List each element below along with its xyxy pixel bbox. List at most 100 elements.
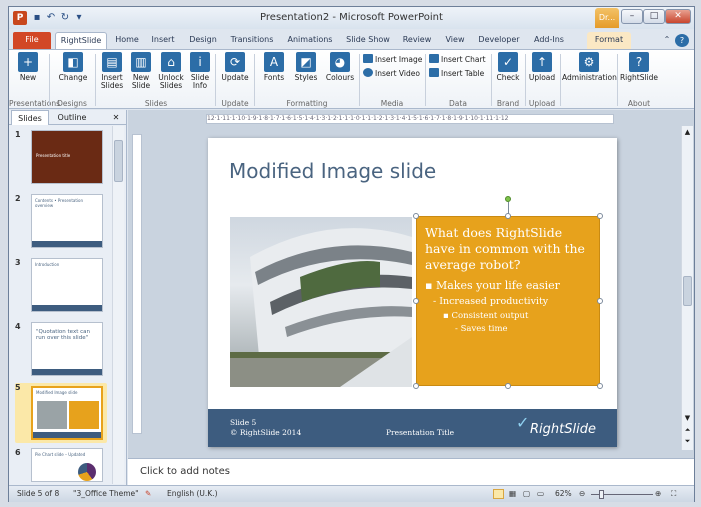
reading-view-icon[interactable]: ▢ bbox=[523, 486, 530, 502]
tab-rightslide[interactable]: RightSlide bbox=[55, 32, 107, 49]
resize-handle[interactable] bbox=[413, 298, 419, 304]
help-icon[interactable]: ? bbox=[675, 34, 689, 47]
slides-panel-scrollbar[interactable] bbox=[112, 126, 124, 484]
tab-format[interactable]: Format bbox=[587, 32, 631, 49]
scroll-thumb[interactable] bbox=[114, 140, 123, 182]
slide-thumbnail[interactable]: 4 "Quotation text can run over this slid… bbox=[15, 322, 107, 380]
slide-sorter-icon[interactable]: ▦ bbox=[509, 486, 516, 502]
insert-table-button[interactable]: Insert Table bbox=[429, 68, 484, 79]
bullet-level-4: - Saves time bbox=[455, 324, 508, 334]
resize-handle[interactable] bbox=[597, 213, 603, 219]
update-button[interactable]: ⟳ Update bbox=[219, 52, 251, 82]
tab-home[interactable]: Home bbox=[111, 32, 143, 49]
tab-file[interactable]: File bbox=[13, 32, 51, 49]
insert-image-button[interactable]: Insert Image bbox=[363, 54, 422, 65]
insert-chart-button[interactable]: Insert Chart bbox=[429, 54, 486, 65]
tab-animations[interactable]: Animations bbox=[281, 32, 339, 49]
zoom-out-icon[interactable]: ⊖ bbox=[579, 486, 585, 502]
title-bar: P ▪ ↶ ↻ ▾ Presentation2 - Microsoft Powe… bbox=[9, 7, 694, 29]
tab-insert[interactable]: Insert bbox=[145, 32, 181, 49]
scroll-up-icon[interactable]: ▲ bbox=[683, 128, 692, 138]
tab-outline[interactable]: Outline bbox=[51, 110, 93, 125]
refresh-icon: ⟳ bbox=[225, 52, 245, 72]
panel-tabs: Slides Outline ✕ bbox=[9, 110, 127, 125]
notes-placeholder[interactable]: Click to add notes bbox=[140, 466, 230, 477]
change-button[interactable]: ◧ Change bbox=[53, 52, 93, 82]
building-photo[interactable] bbox=[230, 217, 412, 387]
rightslide-about-button[interactable]: ? RightSlide bbox=[619, 52, 659, 82]
tab-developer[interactable]: Developer bbox=[473, 32, 525, 49]
next-slide-icon[interactable]: ⏷ bbox=[683, 437, 692, 447]
bullet-level-1: ▪ Makes your life easier bbox=[425, 279, 560, 292]
notes-pane[interactable]: Click to add notes bbox=[128, 458, 694, 485]
scroll-down-icon[interactable]: ▼ bbox=[683, 414, 692, 424]
normal-view-icon[interactable] bbox=[493, 489, 504, 499]
separator bbox=[95, 54, 96, 106]
check-button[interactable]: ✓ Check bbox=[493, 52, 523, 82]
tab-view[interactable]: View bbox=[439, 32, 471, 49]
close-button[interactable]: ✕ bbox=[665, 9, 691, 24]
zoom-in-icon[interactable]: ⊕ bbox=[655, 486, 661, 502]
zoom-level[interactable]: 62% bbox=[555, 486, 572, 502]
slide-canvas[interactable]: Modified Image slide What does RightSlid… bbox=[208, 138, 617, 447]
unlock-icon: ⌂ bbox=[161, 52, 181, 72]
resize-handle[interactable] bbox=[505, 383, 511, 389]
resize-handle[interactable] bbox=[597, 383, 603, 389]
tab-review[interactable]: Review bbox=[397, 32, 437, 49]
slide-thumbnail[interactable]: 6 Pie Chart slide – Updated bbox=[15, 448, 107, 484]
zoom-slider-handle[interactable] bbox=[599, 490, 604, 499]
tab-slide-show[interactable]: Slide Show bbox=[341, 32, 395, 49]
fit-to-window-icon[interactable]: ⛶ bbox=[671, 486, 676, 502]
previous-slide-icon[interactable]: ⏶ bbox=[683, 426, 692, 436]
slide-scrollbar[interactable]: ▲ ▼ ⏶ ⏷ bbox=[681, 126, 693, 450]
drawing-tools-context-tab: Dr... bbox=[595, 8, 619, 28]
image-icon bbox=[363, 54, 373, 63]
slide-thumbnail[interactable]: 1 Presentation title bbox=[15, 130, 107, 188]
group-data: Data bbox=[449, 99, 467, 108]
maximize-button[interactable]: □ bbox=[643, 9, 665, 24]
footer-slide-number: Slide 5 bbox=[230, 418, 257, 427]
administration-button[interactable]: ⚙ Administration bbox=[562, 52, 617, 82]
upload-button[interactable]: ↑ Upload bbox=[527, 52, 557, 82]
language[interactable]: English (U.K.) bbox=[167, 486, 218, 502]
resize-handle[interactable] bbox=[413, 383, 419, 389]
tab-slides[interactable]: Slides bbox=[11, 110, 49, 125]
minimize-button[interactable]: – bbox=[621, 9, 643, 24]
resize-handle[interactable] bbox=[413, 213, 419, 219]
rotate-handle[interactable] bbox=[505, 196, 511, 202]
thumb-title: Modified Image slide bbox=[36, 390, 78, 395]
tab-design[interactable]: Design bbox=[183, 32, 223, 49]
slide-title[interactable]: Modified Image slide bbox=[229, 159, 436, 183]
group-slides: Slides bbox=[144, 99, 168, 108]
tab-add-ins[interactable]: Add-Ins bbox=[527, 32, 571, 49]
close-panel-icon[interactable]: ✕ bbox=[109, 110, 123, 125]
group-about: About bbox=[627, 99, 651, 108]
thumb-title: Pie Chart slide – Updated bbox=[35, 452, 86, 457]
slide-info-button[interactable]: i Slide Info bbox=[187, 52, 213, 90]
thumb-title: Presentation title bbox=[36, 153, 71, 158]
new-button[interactable]: + New bbox=[13, 52, 43, 82]
insert-video-button[interactable]: Insert Video bbox=[363, 68, 420, 79]
slide-thumbnail-selected[interactable]: 5 Modified Image slide bbox=[15, 383, 107, 443]
fonts-button[interactable]: A Fonts bbox=[259, 52, 289, 82]
ribbon-tabs: File RightSlide Home Insert Design Trans… bbox=[9, 29, 694, 49]
tab-transitions[interactable]: Transitions bbox=[225, 32, 279, 49]
minimize-ribbon-icon[interactable]: ⌃ bbox=[661, 32, 673, 49]
slide-thumbnail[interactable]: 3 Introduction bbox=[15, 258, 107, 316]
styles-button[interactable]: ◩ Styles bbox=[291, 52, 321, 82]
new-slide-icon: ▥ bbox=[131, 52, 151, 72]
theme-name[interactable]: "3_Office Theme" bbox=[73, 486, 139, 502]
colours-button[interactable]: ◕ Colours bbox=[323, 52, 357, 82]
unlock-slides-button[interactable]: ⌂ Unlock Slides bbox=[156, 52, 186, 90]
group-designs: Designs bbox=[57, 99, 87, 108]
text-callout-box[interactable]: What does RightSlide have in common with… bbox=[416, 216, 600, 386]
separator bbox=[49, 54, 50, 106]
resize-handle[interactable] bbox=[597, 298, 603, 304]
slide-show-icon[interactable]: ▭ bbox=[537, 486, 544, 502]
horizontal-ruler: 12·1·11·1·10·1·9·1·8·1·7·1·6·1·5·1·4·1·3… bbox=[206, 114, 614, 124]
insert-slides-button[interactable]: ▤ Insert Slides bbox=[98, 52, 126, 90]
scroll-thumb[interactable] bbox=[683, 276, 692, 306]
slide-thumbnail[interactable]: 2 Contents • Presentation overview bbox=[15, 194, 107, 252]
new-slide-button[interactable]: ▥ New Slide bbox=[127, 52, 155, 90]
spell-check-icon[interactable]: ✎ bbox=[145, 486, 151, 502]
